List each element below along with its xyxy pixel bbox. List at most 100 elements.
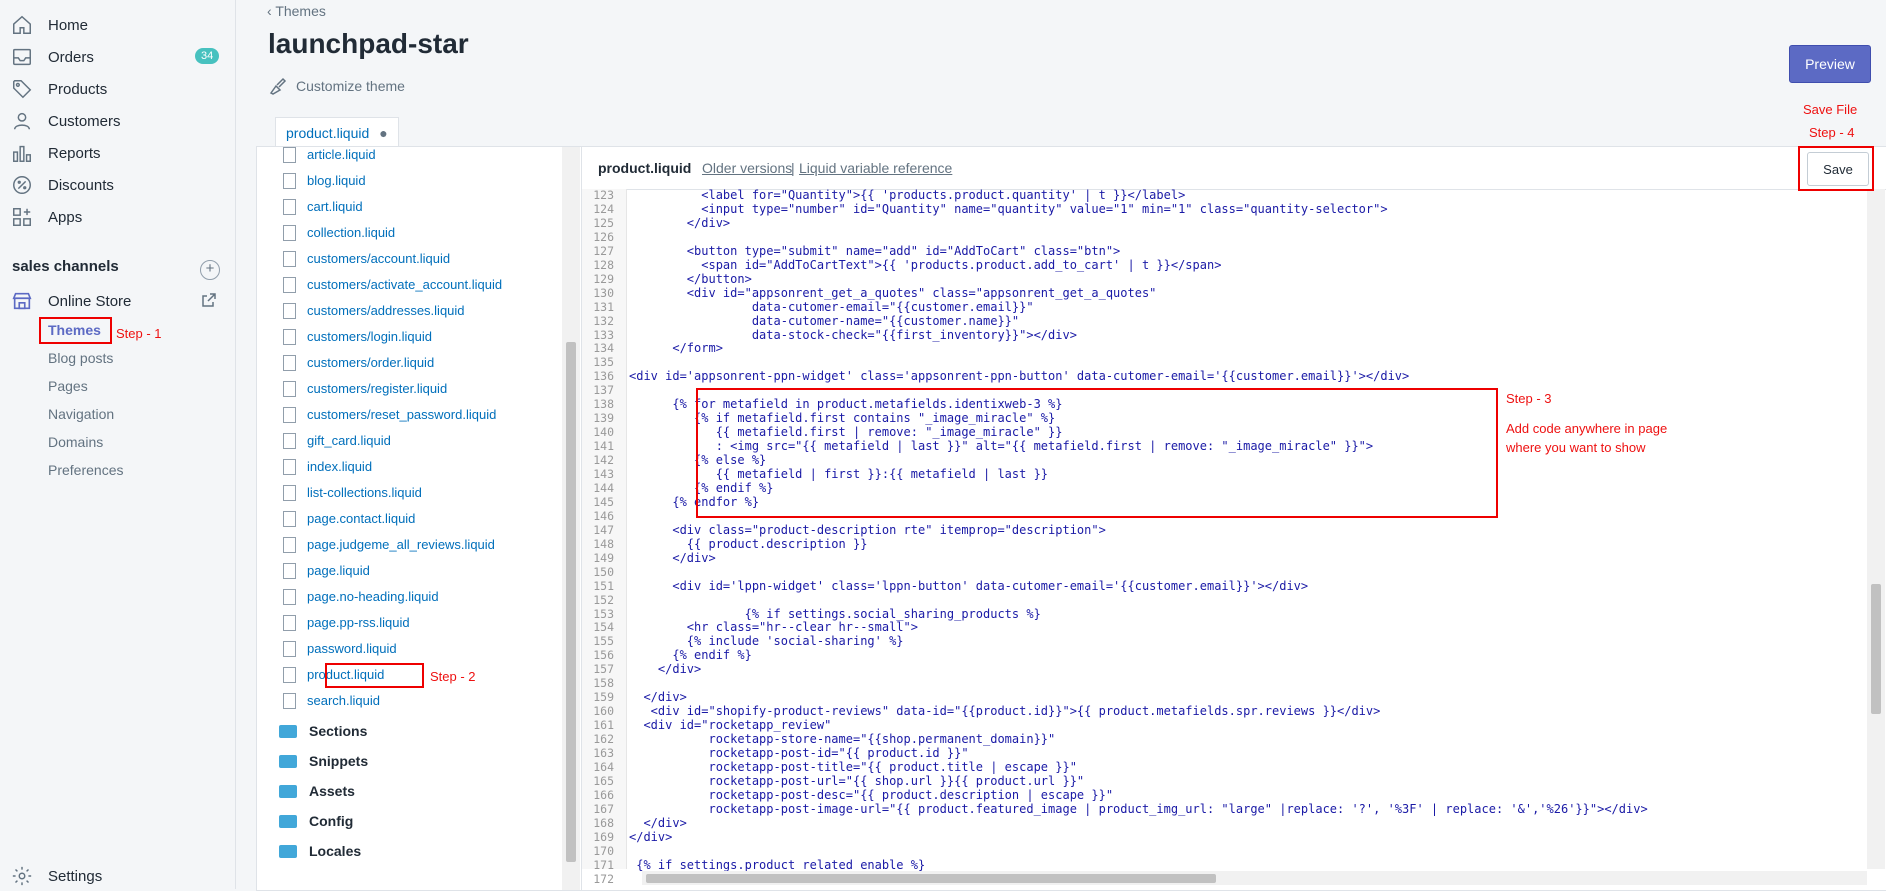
editor-horizontal-scrollbar[interactable]	[642, 871, 1867, 885]
editor-horizontal-scroll-thumb[interactable]	[646, 874, 1216, 883]
save-file-label: Save File	[1803, 102, 1858, 117]
line-number: 149	[593, 550, 614, 565]
file-label: customers/addresses.liquid	[307, 303, 465, 318]
editor-vertical-scrollbar[interactable]	[1867, 189, 1885, 869]
line-number: 133	[593, 327, 614, 342]
customize-theme-link[interactable]: Customize theme	[268, 76, 405, 96]
nav-customers[interactable]: Customers	[10, 106, 121, 136]
file-item[interactable]: blog.liquid	[283, 172, 366, 189]
file-item[interactable]: customers/addresses.liquid	[283, 302, 465, 319]
folder-label: Locales	[309, 843, 362, 859]
line-number: 144	[593, 480, 614, 495]
file-item[interactable]: cart.liquid	[283, 198, 363, 215]
code-line: data-stock-check="{{first_inventory}}"><…	[629, 327, 1077, 342]
liquid-reference-link[interactable]: Liquid variable reference	[799, 160, 952, 176]
code-line: <div id='appsonrent-ppn-widget' class='a…	[629, 369, 1410, 384]
file-item[interactable]: search.liquid	[283, 692, 380, 709]
folder-config[interactable]: Config	[279, 813, 353, 829]
line-number: 154	[593, 620, 614, 635]
external-link-icon[interactable]	[201, 292, 217, 308]
tab-label: product.liquid	[286, 125, 370, 141]
file-label: password.liquid	[307, 641, 397, 656]
step2-highlight-box	[325, 663, 424, 688]
folder-locales[interactable]: Locales	[279, 843, 361, 859]
file-icon	[283, 224, 296, 241]
nav-home[interactable]: Home	[10, 10, 88, 40]
file-item[interactable]: customers/order.liquid	[283, 354, 434, 371]
code-line: <button type="submit" name="add" id="Add…	[629, 243, 1121, 258]
file-item[interactable]: collection.liquid	[283, 224, 395, 241]
add-channel-plus-icon[interactable]: +	[200, 260, 220, 280]
file-item[interactable]: customers/account.liquid	[283, 250, 450, 267]
folder-icon	[279, 844, 297, 858]
nav-apps-label: Apps	[48, 208, 83, 226]
nav-orders[interactable]: Orders	[10, 42, 94, 72]
file-item[interactable]: article.liquid	[283, 147, 376, 163]
code-line: </div>	[629, 690, 687, 705]
file-item[interactable]: gift_card.liquid	[283, 432, 391, 449]
file-item[interactable]: customers/activate_account.liquid	[283, 276, 502, 293]
file-icon	[283, 198, 296, 215]
file-icon	[283, 406, 296, 423]
folder-snippets[interactable]: Snippets	[279, 753, 368, 769]
step4-highlight-box	[1798, 146, 1874, 191]
nav-reports[interactable]: Reports	[10, 138, 101, 168]
page-title: launchpad-star	[268, 28, 469, 59]
sub-item-navigation[interactable]: Navigation	[48, 406, 114, 422]
file-label: blog.liquid	[307, 173, 366, 188]
gear-icon	[10, 864, 34, 888]
nav-online-store[interactable]: Online Store	[10, 286, 131, 316]
file-item[interactable]: page.liquid	[283, 562, 370, 579]
line-number: 138	[593, 397, 614, 412]
nav-products[interactable]: Products	[10, 74, 107, 104]
sub-item-pages[interactable]: Pages	[48, 378, 88, 394]
older-versions-link[interactable]: Older versions	[702, 160, 792, 176]
folder-label: Snippets	[309, 753, 369, 769]
file-label: list-collections.liquid	[307, 485, 422, 500]
code-line: <hr class="hr--clear hr--small">	[629, 620, 918, 635]
file-item[interactable]: customers/register.liquid	[283, 380, 447, 397]
file-item[interactable]: customers/reset_password.liquid	[283, 406, 496, 423]
line-number: 143	[593, 467, 614, 481]
file-item[interactable]: page.pp-rss.liquid	[283, 614, 410, 631]
folder-icon	[279, 784, 297, 798]
line-number: 142	[593, 453, 614, 468]
step3-note-line2: where you want to show	[1506, 440, 1646, 455]
line-number: 135	[593, 355, 614, 370]
editor-vertical-scroll-thumb[interactable]	[1871, 584, 1881, 714]
back-to-themes-link[interactable]: ‹ Themes	[267, 3, 326, 19]
file-item[interactable]: customers/login.liquid	[283, 328, 432, 345]
file-icon	[283, 302, 296, 319]
file-icon	[283, 328, 296, 345]
file-tree-scroll-thumb[interactable]	[566, 342, 576, 862]
step2-label: Step - 2	[430, 669, 476, 684]
file-label: page.judgeme_all_reviews.liquid	[307, 537, 495, 552]
nav-discounts[interactable]: Discounts	[10, 170, 114, 200]
file-icon	[283, 276, 296, 293]
line-number: 129	[593, 271, 614, 286]
nav-apps[interactable]: Apps	[10, 202, 82, 232]
tab-product-liquid[interactable]: product.liquid ●	[275, 117, 399, 148]
file-item[interactable]: password.liquid	[283, 640, 397, 657]
sub-item-preferences[interactable]: Preferences	[48, 462, 123, 478]
file-item[interactable]: page.contact.liquid	[283, 510, 415, 527]
sub-item-blog-posts[interactable]: Blog posts	[48, 350, 113, 366]
code-line: rocketapp-store-name="{{shop.permanent_d…	[629, 732, 1056, 747]
line-number: 123	[593, 188, 614, 202]
sub-item-domains[interactable]: Domains	[48, 434, 103, 450]
preview-button[interactable]: Preview	[1789, 45, 1871, 83]
code-line: <input type="number" id="Quantity" name=…	[629, 201, 1388, 216]
nav-settings[interactable]: Settings	[10, 861, 102, 891]
file-icon	[283, 458, 296, 475]
line-number: 132	[593, 313, 614, 328]
file-tree-scrollbar[interactable]	[562, 147, 580, 890]
folder-sections[interactable]: Sections	[279, 723, 367, 739]
file-item[interactable]: page.judgeme_all_reviews.liquid	[283, 536, 495, 553]
file-item[interactable]: index.liquid	[283, 458, 372, 475]
file-item[interactable]: page.no-heading.liquid	[283, 588, 439, 605]
folder-assets[interactable]: Assets	[279, 783, 355, 799]
line-number: 167	[593, 801, 614, 816]
editor-file-name: product.liquid	[598, 160, 692, 176]
file-item[interactable]: list-collections.liquid	[283, 484, 422, 501]
line-number: 172	[593, 871, 614, 886]
